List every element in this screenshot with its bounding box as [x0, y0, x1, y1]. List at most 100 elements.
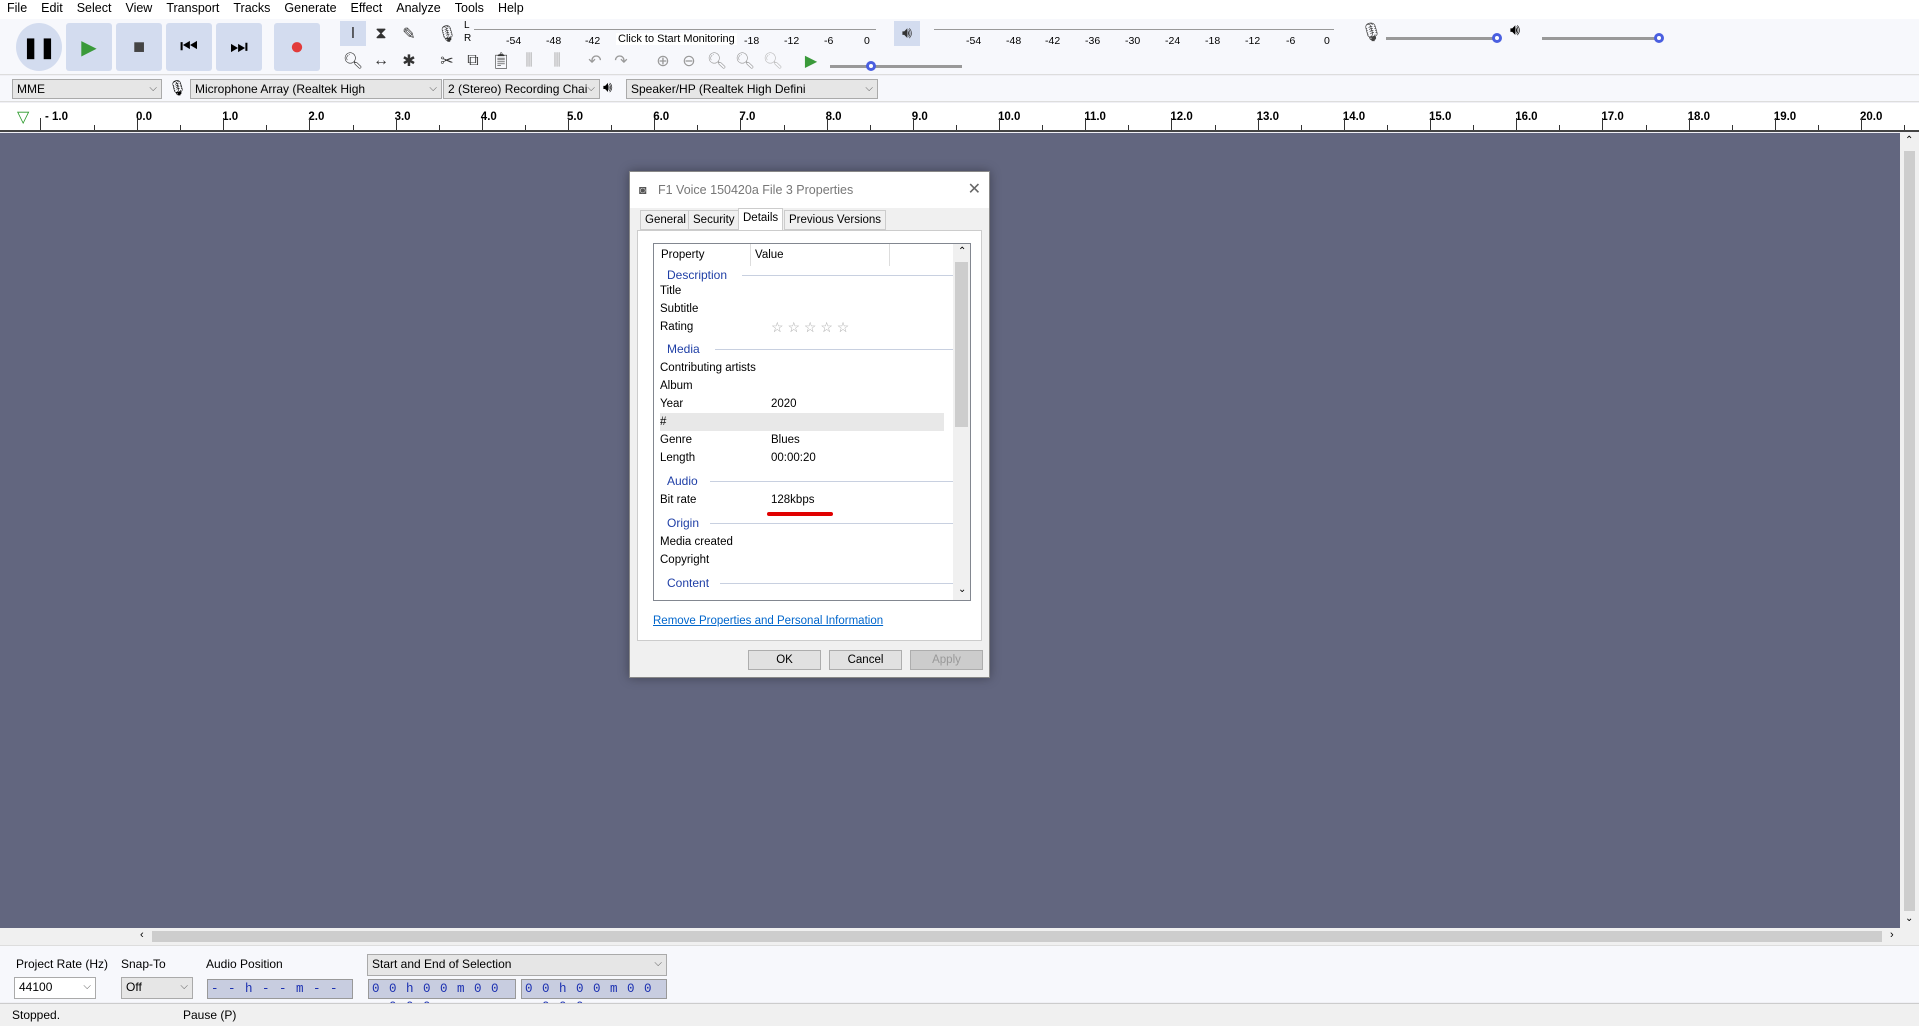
horizontal-scrollbar[interactable]: ‹ ›	[0, 928, 1919, 945]
slider-thumb[interactable]	[1492, 33, 1502, 43]
play-at-speed-button[interactable]: ▶	[798, 48, 824, 73]
tab-details[interactable]: Details	[738, 208, 784, 231]
menu-view[interactable]: View	[118, 0, 159, 19]
list-item[interactable]: Genre Blues	[660, 431, 944, 449]
scroll-thumb[interactable]	[1904, 151, 1915, 911]
multi-tool[interactable]: ✱	[396, 48, 422, 73]
scroll-thumb[interactable]	[955, 262, 968, 427]
pause-button[interactable]: ❚❚	[16, 23, 62, 71]
list-item[interactable]: Subtitle	[660, 300, 944, 318]
project-rate-select[interactable]: 44100 ⌵	[14, 977, 96, 999]
fit-project-button[interactable]: 🔍︎	[732, 48, 758, 73]
record-meter-button[interactable]: 🎙︎	[434, 21, 460, 46]
fit-selection-button[interactable]: 🔍︎	[704, 48, 730, 73]
slider-thumb[interactable]	[1654, 33, 1664, 43]
scroll-left-icon[interactable]: ‹	[140, 929, 144, 941]
recording-channels-select[interactable]: 2 (Stereo) Recording Chai ⌵	[443, 79, 600, 99]
menu-help[interactable]: Help	[491, 0, 531, 19]
list-item[interactable]: Year 2020	[660, 395, 944, 413]
list-item[interactable]: Contributing artists	[660, 359, 944, 377]
playback-meter[interactable]: -54 -48 -42 -36 -30 -24 -18 -12 -6 0	[934, 29, 1334, 53]
record-button[interactable]: ●	[274, 23, 320, 71]
time-shift-tool[interactable]: ↔	[368, 48, 394, 73]
list-scrollbar[interactable]: ⌃ ⌄	[953, 244, 970, 600]
play-speed-slider[interactable]	[830, 61, 962, 71]
cut-button[interactable]: ✂	[434, 48, 460, 73]
scroll-up-icon[interactable]: ⌃	[958, 246, 966, 257]
menu-edit[interactable]: Edit	[34, 0, 70, 19]
recording-device-select[interactable]: Microphone Array (Realtek High ⌵	[190, 79, 442, 99]
menu-tracks[interactable]: Tracks	[226, 0, 277, 19]
envelope-tool[interactable]: ⧗	[368, 21, 394, 46]
chevron-down-icon: ⌵	[587, 83, 595, 94]
tab-general[interactable]: General	[640, 210, 691, 230]
property-name: Length	[660, 452, 696, 464]
selection-end-field[interactable]: 0 0 h 0 0 m 0 0 . 0 0 0 s	[521, 979, 667, 1014]
ok-button[interactable]: OK	[748, 650, 821, 670]
list-item[interactable]: Media created	[660, 533, 944, 551]
list-item[interactable]: Title	[660, 282, 944, 300]
playback-device-select[interactable]: Speaker/HP (Realtek High Defini ⌵	[626, 79, 878, 99]
timeline-ruler[interactable]: ▽ - 1.0 0.0 1.0 2.0 3.0 4.0 5.0 6.0 7.0 8.0 9.0 10.…	[0, 103, 1919, 132]
play-meter-button[interactable]: 🔊︎	[894, 21, 920, 46]
copy-button[interactable]: ⧉	[460, 48, 486, 73]
zoom-in-button[interactable]: ⊕	[650, 48, 676, 73]
list-item[interactable]: Length 00:00:20	[660, 449, 944, 467]
tab-previous-versions[interactable]: Previous Versions	[784, 210, 887, 230]
playback-volume-slider[interactable]	[1542, 33, 1664, 43]
start-monitoring-label[interactable]: Click to Start Monitoring	[616, 33, 737, 45]
recording-device-value: Microphone Array (Realtek High	[195, 82, 366, 96]
chevron-down-icon: ⌵	[429, 83, 437, 94]
list-item[interactable]: Bit rate 128kbps	[660, 491, 944, 509]
zoom-tool[interactable]: 🔍︎	[340, 48, 366, 73]
redo-button[interactable]: ↷	[608, 48, 634, 73]
close-icon[interactable]: ✕	[968, 172, 981, 208]
skip-to-end-button[interactable]: ⏭	[216, 23, 262, 71]
selection-tool[interactable]: I	[340, 21, 366, 46]
draw-tool[interactable]: ✎	[396, 21, 422, 46]
trim-button[interactable]: ⫼	[516, 48, 542, 73]
paste-button[interactable]: 📋︎	[488, 48, 514, 73]
fit-project-icon: 🔍︎	[734, 52, 756, 70]
menu-select[interactable]: Select	[70, 0, 119, 19]
silence-button[interactable]: ⫼	[544, 48, 570, 73]
play-head-triangle-icon[interactable]: ▽	[17, 107, 29, 127]
list-item[interactable]: Rating ☆ ☆ ☆ ☆ ☆	[660, 318, 944, 336]
list-item[interactable]: Copyright	[660, 551, 944, 569]
list-item[interactable]: Album	[660, 377, 944, 395]
menu-effect[interactable]: Effect	[344, 0, 390, 19]
zoom-toggle-button[interactable]: 🔍︎	[760, 48, 786, 73]
menu-transport[interactable]: Transport	[159, 0, 226, 19]
audio-position-field[interactable]: - - h - - m - - . - - - s	[207, 979, 353, 1014]
zoom-out-button[interactable]: ⊖	[676, 48, 702, 73]
selection-start-field[interactable]: 0 0 h 0 0 m 0 0 . 0 0 0 s	[368, 979, 516, 1014]
menu-file[interactable]: File	[0, 0, 34, 19]
tab-security[interactable]: Security	[688, 210, 740, 230]
vertical-scrollbar[interactable]: ⌃ ⌄	[1900, 133, 1919, 928]
stop-button[interactable]: ■	[116, 23, 162, 71]
scroll-right-icon[interactable]: ›	[1890, 929, 1894, 941]
scroll-down-icon[interactable]: ⌄	[958, 584, 966, 595]
menu-analyze[interactable]: Analyze	[389, 0, 447, 19]
recording-volume-slider[interactable]	[1386, 33, 1502, 43]
scroll-thumb[interactable]	[152, 931, 1882, 942]
property-list[interactable]: Property Value Description Title Subtitl…	[653, 243, 971, 601]
menu-tools[interactable]: Tools	[448, 0, 491, 19]
slider-thumb[interactable]	[866, 61, 876, 71]
audio-host-select[interactable]: MME ⌵	[12, 79, 162, 99]
skip-to-start-button[interactable]: ⏮	[166, 23, 212, 71]
menu-generate[interactable]: Generate	[277, 0, 343, 19]
column-value[interactable]: Value	[750, 244, 890, 266]
list-item[interactable]: #	[660, 413, 944, 431]
apply-button[interactable]: Apply	[910, 650, 983, 670]
play-button[interactable]: ▶	[66, 23, 112, 71]
scroll-down-icon[interactable]: ⌄	[1905, 913, 1913, 924]
remove-properties-link[interactable]: Remove Properties and Personal Informati…	[653, 615, 883, 627]
selection-mode-select[interactable]: Start and End of Selection ⌵	[367, 954, 667, 976]
scroll-up-icon[interactable]: ⌃	[1905, 135, 1913, 146]
rating-stars[interactable]: ☆ ☆ ☆ ☆ ☆	[771, 318, 849, 336]
cancel-button[interactable]: Cancel	[829, 650, 902, 670]
undo-button[interactable]: ↶	[582, 48, 608, 73]
snap-to-select[interactable]: Off ⌵	[121, 977, 193, 999]
column-property[interactable]: Property	[661, 244, 704, 266]
